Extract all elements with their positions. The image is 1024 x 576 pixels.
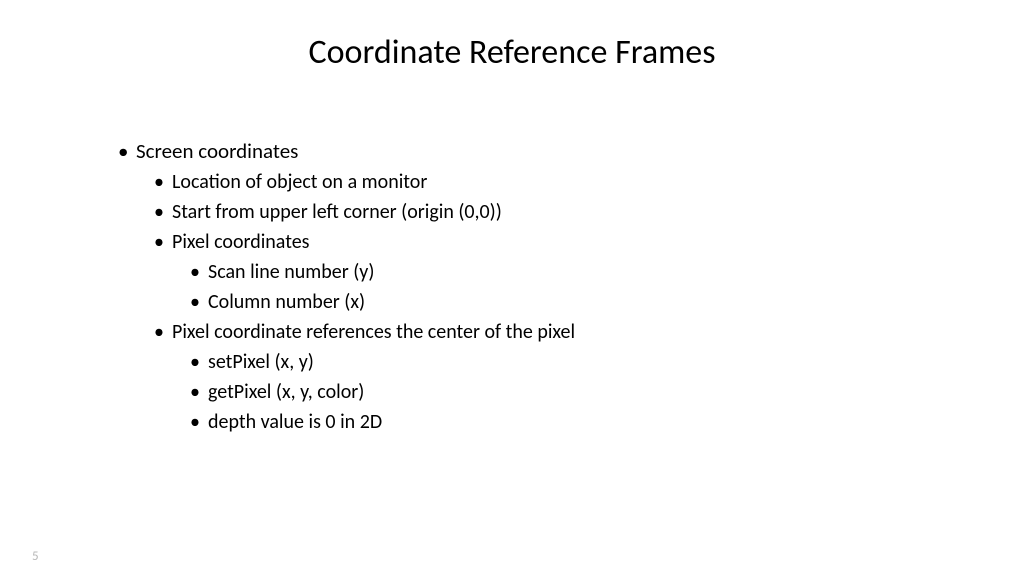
bullet-level-3: getPixel (x, y, color) — [208, 380, 964, 404]
bullet-level-2: Pixel coordinates — [172, 230, 964, 254]
bullet-level-3: setPixel (x, y) — [208, 350, 964, 374]
bullet-level-2: Start from upper left corner (origin (0,… — [172, 200, 964, 224]
slide-title: Coordinate Reference Frames — [0, 32, 1024, 73]
bullet-level-2: Pixel coordinate references the center o… — [172, 320, 964, 344]
bullet-level-3: Scan line number (y) — [208, 260, 964, 284]
page-number: 5 — [32, 549, 39, 564]
bullet-level-3: Column number (x) — [208, 290, 964, 314]
bullet-level-2: Location of object on a monitor — [172, 170, 964, 194]
slide-content: Screen coordinates Location of object on… — [118, 138, 964, 440]
bullet-level-1: Screen coordinates — [136, 138, 964, 164]
slide: Coordinate Reference Frames Screen coord… — [0, 0, 1024, 576]
bullet-level-3: depth value is 0 in 2D — [208, 410, 964, 434]
